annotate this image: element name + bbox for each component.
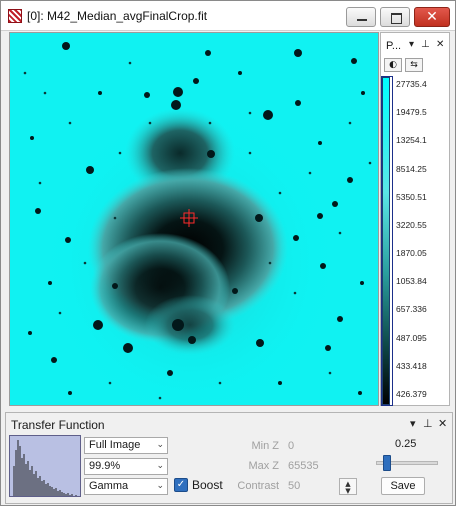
close-icon[interactable]: ✕	[414, 7, 450, 27]
contrast-value[interactable]: 50	[288, 480, 300, 492]
close-panel-icon[interactable]: ✕	[436, 39, 444, 50]
image-window: [0]: M42_Median_avgFinalCrop.fit ✕ P... …	[0, 0, 456, 506]
boost-label[interactable]: Boost	[192, 478, 223, 492]
titlebar[interactable]: [0]: M42_Median_avgFinalCrop.fit ✕	[1, 1, 455, 31]
dropdown-icon[interactable]: ▾	[410, 417, 416, 430]
colorbar-tick-label: 5350.51	[396, 191, 427, 202]
colorbar-tick-label: 3220.55	[396, 219, 427, 230]
dropdown-icon[interactable]: ▾	[409, 39, 414, 50]
maximize-icon[interactable]	[380, 7, 410, 27]
colorbar-tick-label: 8514.25	[396, 163, 427, 174]
stretch-select[interactable]: Gamma ⌄	[84, 478, 168, 495]
chevron-down-icon: ⌄	[156, 461, 164, 471]
flip-icon[interactable]: ⇆	[405, 58, 423, 72]
colorbar-title: P...	[386, 40, 402, 52]
clip-select-value: 99.9%	[89, 460, 121, 472]
histogram-icon[interactable]	[9, 435, 81, 497]
spin-down-icon[interactable]: ▼	[340, 487, 356, 495]
image-viewer[interactable]	[9, 32, 379, 406]
boost-checkbox[interactable]: ✓	[174, 478, 188, 492]
min-z-label: Min Z	[251, 440, 280, 452]
contrast-label: Contrast	[237, 480, 279, 492]
min-z-value[interactable]: 0	[288, 440, 294, 452]
close-panel-icon[interactable]: ✕	[438, 417, 447, 430]
region-select-value: Full Image	[89, 439, 141, 451]
palette-icon[interactable]: ◐	[384, 58, 402, 72]
window-title: [0]: M42_Median_avgFinalCrop.fit	[27, 9, 208, 23]
close-glyph: ✕	[426, 9, 438, 25]
colorbar-panel: P... ▾ ⊥ ✕ ◐ ⇆ 27735.4 19479.5 13254.1 8514…	[380, 32, 450, 406]
max-z-label: Max Z	[248, 460, 279, 472]
max-z-value[interactable]: 65535	[288, 460, 319, 472]
colorbar-tick-label: 1870.05	[396, 248, 427, 259]
stretch-select-value: Gamma	[89, 480, 129, 492]
clip-select[interactable]: 99.9% ⌄	[84, 458, 168, 475]
colorbar-tick-label: 657.336	[396, 304, 427, 315]
colorbar-gradient	[382, 77, 390, 405]
colorbar-tick-label: 1053.84	[396, 276, 427, 287]
app-logo-icon[interactable]	[8, 9, 22, 23]
colorbar-tick-label: 19479.5	[396, 107, 427, 118]
transfer-function-title: Transfer Function	[11, 418, 105, 432]
nebula-image[interactable]	[10, 33, 379, 406]
pin-icon[interactable]: ⊥	[423, 417, 433, 430]
colorbar-tick-label: 433.418	[396, 360, 427, 371]
pin-icon[interactable]: ⊥	[421, 39, 430, 50]
colorbar-tick-label: 487.095	[396, 332, 427, 343]
chevron-down-icon: ⌄	[156, 440, 164, 450]
transfer-function-panel: Transfer Function ▾ ⊥ ✕ Full Image ⌄ 99.…	[5, 412, 453, 504]
gamma-slider-thumb[interactable]	[383, 455, 391, 471]
save-button[interactable]: Save	[381, 477, 425, 495]
colorbar-tick-label: 426.379	[396, 389, 427, 399]
colorbar-tick-label: 13254.1	[396, 135, 427, 146]
chevron-down-icon: ⌄	[156, 481, 164, 491]
colorbar-tick-label: 27735.4	[396, 79, 427, 89]
gamma-value: 0.25	[395, 438, 417, 450]
minimize-icon[interactable]	[346, 7, 376, 27]
contrast-spinner[interactable]: ▲ ▼	[339, 478, 357, 495]
region-select[interactable]: Full Image ⌄	[84, 437, 168, 454]
